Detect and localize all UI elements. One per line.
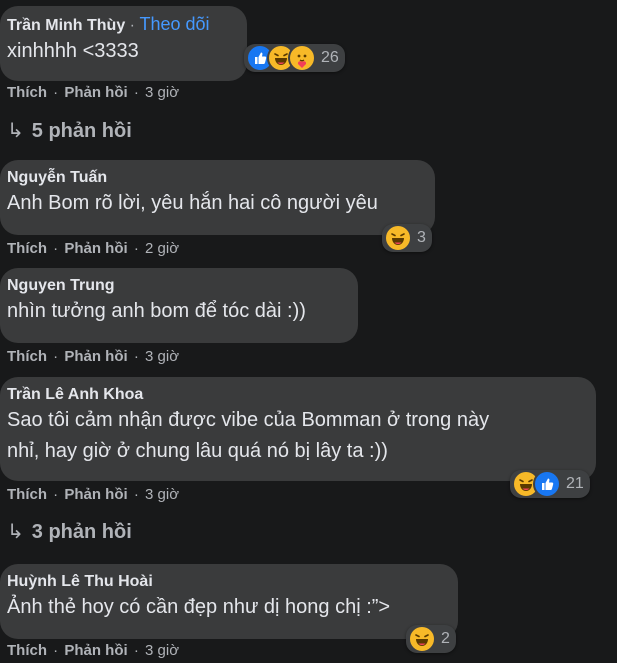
comment-text: xinhhhh <3333	[7, 40, 139, 62]
comment-actions: Thích · Phản hồi · 3 giờ	[7, 486, 179, 503]
view-replies-link[interactable]: ↳ 5 phản hồi	[7, 118, 132, 143]
reply-arrow-icon: ↳	[7, 521, 24, 543]
separator-dot: ·	[133, 642, 139, 659]
reaction-count: 2	[441, 630, 450, 647]
comment-bubble: Nguyễn Tuấn Anh Bom rõ lời, yêu hắn hai …	[0, 160, 435, 235]
separator-dot: ·	[53, 240, 59, 257]
separator-dot: ·	[129, 17, 135, 34]
reaction-count: 26	[321, 49, 339, 66]
comment-author[interactable]: Trần Lê Anh Khoa	[7, 385, 584, 405]
like-button[interactable]: Thích	[7, 348, 47, 365]
comment-actions: Thích · Phản hồi · 2 giờ	[7, 240, 179, 257]
comment-author[interactable]: Huỳnh Lê Thu Hoài	[7, 572, 446, 592]
comment-time[interactable]: 3 giờ	[145, 642, 179, 659]
separator-dot: ·	[53, 84, 59, 101]
separator-dot: ·	[53, 642, 59, 659]
comment-actions: Thích · Phản hồi · 3 giờ	[7, 348, 179, 365]
like-button[interactable]: Thích	[7, 240, 47, 257]
reaction-summary[interactable]: 2	[406, 625, 456, 653]
comment-actions: Thích · Phản hồi · 3 giờ	[7, 642, 179, 659]
separator-dot: ·	[53, 348, 59, 365]
comment-bubble: Nguyen Trung nhìn tưởng anh bom để tóc d…	[0, 268, 358, 343]
comment-time[interactable]: 3 giờ	[145, 84, 179, 101]
reply-button[interactable]: Phản hồi	[64, 84, 127, 101]
comment-bubble: Huỳnh Lê Thu Hoài Ảnh thẻ hoy có cần đẹp…	[0, 564, 458, 639]
comment-time[interactable]: 2 giờ	[145, 240, 179, 257]
separator-dot: ·	[133, 240, 139, 257]
separator-dot: ·	[133, 84, 139, 101]
reply-arrow-icon: ↳	[7, 120, 24, 142]
separator-dot: ·	[133, 348, 139, 365]
comment-time[interactable]: 3 giờ	[145, 486, 179, 503]
comment-time[interactable]: 3 giờ	[145, 348, 179, 365]
like-icon	[533, 470, 561, 498]
comment-author-line: Trần Minh Thùy · Theo dõi	[7, 14, 235, 36]
care-icon	[288, 44, 316, 72]
replies-label: 5 phản hồi	[31, 120, 132, 142]
like-button[interactable]: Thích	[7, 84, 47, 101]
reaction-summary[interactable]: 3	[382, 224, 432, 252]
reply-button[interactable]: Phản hồi	[64, 642, 127, 659]
haha-icon	[408, 625, 436, 653]
reply-button[interactable]: Phản hồi	[64, 348, 127, 365]
comment-author[interactable]: Nguyen Trung	[7, 276, 346, 296]
comment-author[interactable]: Trần Minh Thùy	[7, 17, 125, 34]
separator-dot: ·	[53, 486, 59, 503]
comment-bubble: Trần Lê Anh Khoa Sao tôi cảm nhận được v…	[0, 377, 596, 481]
comment-text-line: Sao tôi cảm nhận được vibe của Bomman ở …	[7, 409, 490, 431]
view-replies-link[interactable]: ↳ 3 phản hồi	[7, 519, 132, 544]
comment-author[interactable]: Nguyễn Tuấn	[7, 168, 423, 188]
comment-actions: Thích · Phản hồi · 3 giờ	[7, 84, 179, 101]
replies-label: 3 phản hồi	[31, 521, 132, 543]
follow-link[interactable]: Theo dõi	[139, 14, 209, 34]
reply-button[interactable]: Phản hồi	[64, 240, 127, 257]
reaction-summary[interactable]: 21	[510, 470, 590, 498]
comment-text-line: nhỉ, hay giờ ở chung lâu quá nó bị lây t…	[7, 440, 388, 462]
reaction-summary[interactable]: 26	[244, 44, 345, 72]
reaction-count: 21	[566, 475, 584, 492]
reply-button[interactable]: Phản hồi	[64, 486, 127, 503]
haha-icon	[384, 224, 412, 252]
like-button[interactable]: Thích	[7, 642, 47, 659]
comment-bubble: Trần Minh Thùy · Theo dõi xinhhhh <3333	[0, 6, 247, 81]
comment-text: Anh Bom rõ lời, yêu hắn hai cô người yêu	[7, 192, 378, 214]
separator-dot: ·	[133, 486, 139, 503]
comment-text: Ảnh thẻ hoy có cần đẹp như dị hong chị :…	[7, 596, 391, 618]
like-button[interactable]: Thích	[7, 486, 47, 503]
comment-text: nhìn tưởng anh bom để tóc dài :))	[7, 300, 306, 322]
reaction-count: 3	[417, 229, 426, 246]
